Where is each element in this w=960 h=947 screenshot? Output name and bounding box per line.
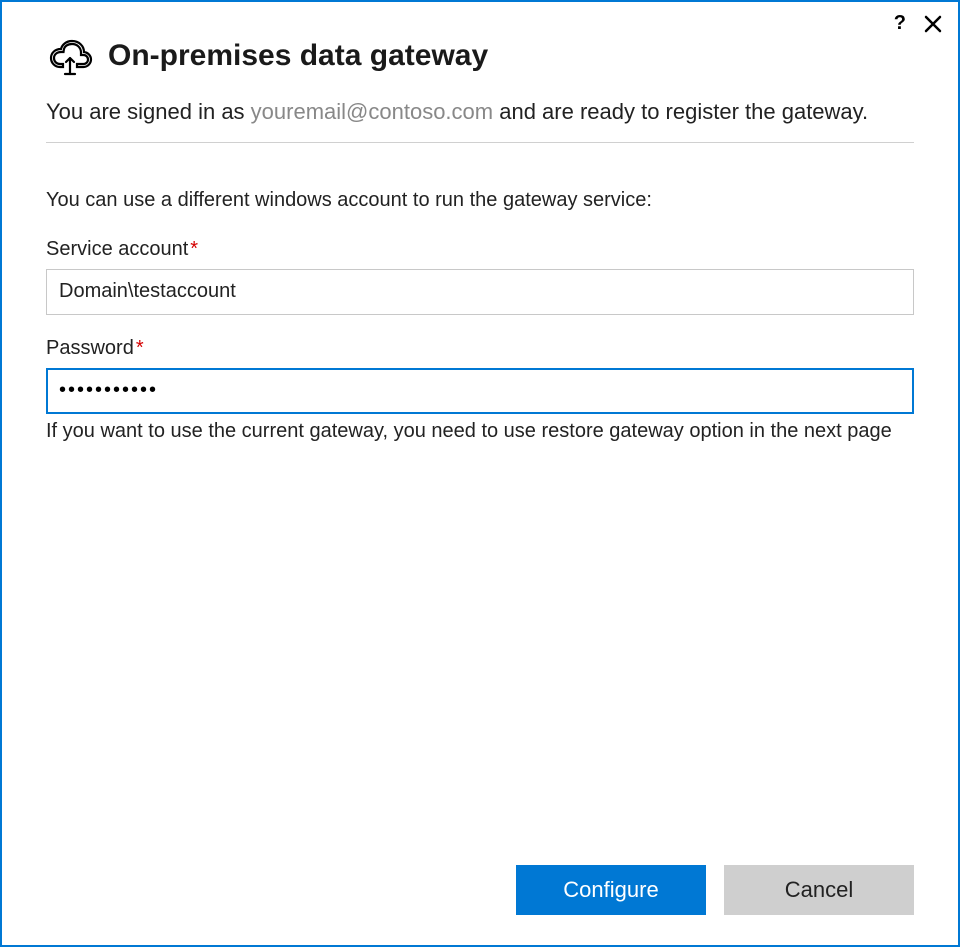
- dialog-content: On-premises data gateway You are signed …: [2, 2, 958, 865]
- required-mark: *: [190, 238, 198, 260]
- service-account-input[interactable]: [46, 269, 914, 315]
- cancel-button[interactable]: Cancel: [724, 865, 914, 915]
- dialog-window: ? On-premises data gateway You are signe…: [0, 0, 960, 947]
- window-controls: ?: [894, 12, 942, 35]
- password-label: Password*: [46, 337, 914, 360]
- password-input[interactable]: •••••••••••: [46, 368, 914, 414]
- close-icon[interactable]: [924, 15, 942, 33]
- service-account-label: Service account*: [46, 238, 914, 261]
- page-title: On-premises data gateway: [108, 39, 488, 73]
- dialog-footer: Configure Cancel: [2, 865, 958, 945]
- signin-email: youremail@contoso.com: [251, 99, 493, 124]
- configure-button[interactable]: Configure: [516, 865, 706, 915]
- service-account-field-group: Service account*: [46, 238, 914, 315]
- header-divider: [46, 142, 914, 143]
- password-label-text: Password: [46, 337, 134, 359]
- signin-prefix: You are signed in as: [46, 99, 251, 124]
- service-account-instruction: You can use a different windows account …: [46, 189, 914, 212]
- help-icon[interactable]: ?: [894, 12, 906, 35]
- dialog-header: On-premises data gateway: [46, 34, 914, 78]
- signin-suffix: and are ready to register the gateway.: [493, 99, 868, 124]
- service-account-label-text: Service account: [46, 238, 188, 260]
- cloud-gateway-icon: [46, 34, 94, 78]
- signin-status: You are signed in as youremail@contoso.c…: [46, 96, 914, 142]
- password-field-group: Password* ••••••••••• If you want to use…: [46, 337, 914, 443]
- required-mark: *: [136, 337, 144, 359]
- restore-hint: If you want to use the current gateway, …: [46, 420, 914, 443]
